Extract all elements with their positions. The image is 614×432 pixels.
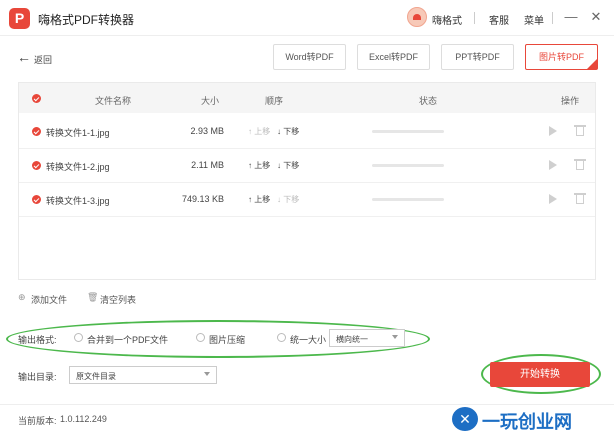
separator bbox=[474, 12, 475, 24]
play-icon[interactable] bbox=[549, 160, 557, 170]
table-header: 文件名称 大小 顺序 状态 操作 bbox=[19, 83, 595, 113]
column-header-order: 顺序 bbox=[265, 96, 284, 106]
unify-size-label[interactable]: 统一大小 bbox=[290, 333, 326, 346]
ppt-to-pdf-button[interactable]: PPT转PDF bbox=[441, 44, 514, 70]
column-header-status: 状态 bbox=[419, 96, 438, 106]
move-down-label: 下移 bbox=[283, 195, 300, 204]
move-up-button[interactable]: ↑ 上移 bbox=[248, 194, 270, 205]
play-icon[interactable] bbox=[549, 194, 557, 204]
file-name: 转换文件1-2.jpg bbox=[46, 162, 110, 172]
column-header-name: 文件名称 bbox=[95, 96, 132, 106]
move-up-label: 上移 bbox=[254, 161, 271, 170]
file-size: 2.93 MB bbox=[190, 126, 224, 136]
image-compress-radio[interactable] bbox=[196, 333, 205, 342]
progress-bar bbox=[372, 130, 444, 133]
delete-icon[interactable] bbox=[574, 159, 586, 170]
chevron-down-icon bbox=[204, 372, 210, 376]
move-up-button[interactable]: ↑ 上移 bbox=[248, 160, 270, 171]
version-label: 当前版本: bbox=[18, 416, 57, 426]
service-button[interactable]: 客服 bbox=[489, 12, 509, 27]
file-size: 2.11 MB bbox=[191, 160, 224, 170]
unify-size-radio[interactable] bbox=[277, 333, 286, 342]
start-convert-button[interactable]: 开始转换 bbox=[490, 362, 590, 387]
delete-icon[interactable] bbox=[574, 193, 586, 204]
back-arrow-icon[interactable]: ← bbox=[17, 50, 31, 64]
column-header-actions: 操作 bbox=[561, 96, 580, 106]
watermark-text: 一玩创业网 bbox=[482, 412, 572, 432]
select-all-checkbox[interactable] bbox=[32, 94, 41, 103]
image-to-pdf-label: 图片转PDF bbox=[538, 52, 584, 62]
title-bar: P 嗨格式PDF转换器 嗨格式 客服 菜单 — ✕ bbox=[0, 0, 614, 36]
chevron-down-icon bbox=[392, 335, 398, 339]
play-icon[interactable] bbox=[549, 126, 557, 136]
table-row[interactable]: 转换文件1-3.jpg 749.13 KB ↑ 上移 ↓ 下移 bbox=[19, 183, 595, 217]
avatar[interactable] bbox=[407, 7, 427, 27]
move-up-button[interactable]: ↑ 上移 bbox=[248, 126, 270, 137]
row-checkbox[interactable] bbox=[32, 195, 41, 204]
move-up-label: 上移 bbox=[254, 195, 271, 204]
app-title: 嗨格式PDF转换器 bbox=[38, 13, 135, 27]
image-to-pdf-button[interactable]: 图片转PDF bbox=[525, 44, 598, 70]
table-row[interactable]: 转换文件1-1.jpg 2.93 MB ↑ 上移 ↓ 下移 bbox=[19, 115, 595, 149]
move-down-button[interactable]: ↓ 下移 bbox=[277, 160, 299, 171]
file-size: 749.13 KB bbox=[181, 194, 224, 204]
active-corner-icon bbox=[587, 59, 597, 69]
app-logo-icon: P bbox=[9, 8, 30, 29]
output-dir-label: 输出目录: bbox=[18, 372, 57, 382]
column-header-size: 大小 bbox=[201, 96, 220, 106]
unify-direction-select[interactable]: 横向统一 bbox=[329, 329, 405, 347]
output-format-label: 输出格式: bbox=[18, 335, 57, 345]
word-to-pdf-button[interactable]: Word转PDF bbox=[273, 44, 346, 70]
close-icon[interactable]: ✕ bbox=[589, 9, 603, 25]
row-checkbox[interactable] bbox=[32, 161, 41, 170]
image-compress-label[interactable]: 图片压缩 bbox=[209, 333, 245, 346]
move-up-label: 上移 bbox=[254, 127, 271, 136]
status-bar: 当前版本: 1.0.112.249 ✕ 一玩创业网 bbox=[0, 404, 614, 432]
move-down-button[interactable]: ↓ 下移 bbox=[277, 194, 299, 205]
move-down-label: 下移 bbox=[283, 161, 300, 170]
unify-direction-value: 横向统一 bbox=[336, 335, 368, 344]
file-name: 转换文件1-3.jpg bbox=[46, 196, 110, 206]
file-table: 文件名称 大小 顺序 状态 操作 转换文件1-1.jpg 2.93 MB ↑ 上… bbox=[18, 82, 596, 280]
output-dir-value: 原文件目录 bbox=[76, 372, 116, 381]
merge-pdf-radio[interactable] bbox=[74, 333, 83, 342]
row-checkbox[interactable] bbox=[32, 127, 41, 136]
progress-bar bbox=[372, 164, 444, 167]
move-down-button[interactable]: ↓ 下移 bbox=[277, 126, 299, 137]
minimize-icon[interactable]: — bbox=[564, 9, 578, 25]
file-name: 转换文件1-1.jpg bbox=[46, 128, 110, 138]
back-button[interactable]: 返回 bbox=[34, 53, 52, 66]
move-down-label: 下移 bbox=[283, 127, 300, 136]
output-dir-select[interactable]: 原文件目录 bbox=[69, 366, 217, 384]
trash-icon[interactable]: 🗑 bbox=[87, 292, 98, 303]
delete-icon[interactable] bbox=[574, 125, 586, 136]
separator bbox=[552, 12, 553, 24]
add-file-icon[interactable]: ⊕ bbox=[18, 292, 26, 303]
excel-to-pdf-button[interactable]: Excel转PDF bbox=[357, 44, 430, 70]
watermark-logo-icon: ✕ bbox=[452, 407, 478, 431]
user-name[interactable]: 嗨格式 bbox=[432, 12, 462, 27]
clear-list-button[interactable]: 清空列表 bbox=[100, 293, 136, 306]
version-value: 1.0.112.249 bbox=[60, 414, 107, 424]
menu-button[interactable]: 菜单 bbox=[524, 12, 544, 27]
table-row[interactable]: 转换文件1-2.jpg 2.11 MB ↑ 上移 ↓ 下移 bbox=[19, 149, 595, 183]
merge-pdf-label[interactable]: 合并到一个PDF文件 bbox=[87, 333, 168, 346]
add-file-button[interactable]: 添加文件 bbox=[31, 293, 67, 306]
progress-bar bbox=[372, 198, 444, 201]
